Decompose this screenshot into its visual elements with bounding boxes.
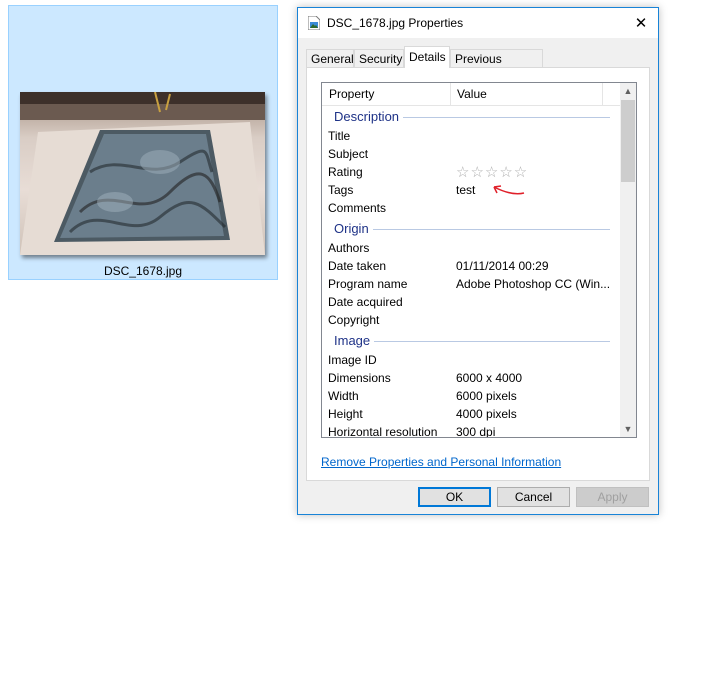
ok-button[interactable]: OK [418, 487, 491, 507]
image-thumbnail [20, 92, 265, 255]
column-header-value[interactable]: Value [457, 87, 487, 101]
property-name: Date acquired [328, 295, 403, 309]
details-panel: Property Value Description Title Subject [306, 67, 650, 481]
property-name: Horizontal resolution [328, 425, 438, 438]
column-separator[interactable] [602, 83, 603, 105]
close-icon: ✕ [634, 15, 648, 32]
property-name: Subject [328, 147, 369, 161]
tab-security[interactable]: Security [354, 49, 404, 67]
list-header: Property Value [322, 83, 622, 106]
red-arrow-annotation [493, 185, 525, 195]
group-label: Origin [334, 221, 373, 236]
properties-dialog: DSC_1678.jpg Properties ✕ General Securi… [297, 7, 659, 515]
property-row-tags[interactable]: Tags test [322, 181, 622, 199]
property-rows: Description Title Subject Rating ☆☆☆☆☆ T… [322, 105, 622, 438]
property-row-date-taken[interactable]: Date taken 01/11/2014 00:29 [322, 257, 622, 275]
dialog-title: DSC_1678.jpg Properties [327, 16, 464, 30]
property-row-comments[interactable]: Comments [322, 199, 622, 217]
tab-details[interactable]: Details [404, 46, 450, 68]
property-row-date-acquired[interactable]: Date acquired [322, 293, 622, 311]
apply-button[interactable]: Apply [576, 487, 649, 507]
title-bar[interactable]: DSC_1678.jpg Properties ✕ [298, 8, 658, 38]
property-name: Image ID [328, 353, 377, 367]
property-value[interactable]: 300 dpi [456, 425, 495, 437]
cancel-button[interactable]: Cancel [497, 487, 570, 507]
property-name: Title [328, 129, 351, 143]
property-name: Width [328, 389, 359, 403]
group-divider [334, 341, 610, 342]
property-row-authors[interactable]: Authors [322, 239, 622, 257]
property-name: Height [328, 407, 363, 421]
property-row-subject[interactable]: Subject [322, 145, 622, 163]
property-name: Authors [328, 241, 370, 255]
column-separator[interactable] [450, 83, 451, 105]
property-value[interactable]: test [456, 183, 475, 197]
scrollbar-thumb[interactable] [621, 100, 635, 182]
property-row-dimensions[interactable]: Dimensions 6000 x 4000 [322, 369, 622, 387]
property-value[interactable]: Adobe Photoshop CC (Win... [456, 277, 610, 291]
property-row-program-name[interactable]: Program name Adobe Photoshop CC (Win... [322, 275, 622, 293]
property-row-rating[interactable]: Rating ☆☆☆☆☆ [322, 163, 622, 181]
vertical-scrollbar[interactable]: ▲ ▼ [620, 83, 636, 437]
group-divider [334, 229, 610, 230]
property-row-horizontal-resolution[interactable]: Horizontal resolution 300 dpi [322, 423, 622, 438]
properties-list[interactable]: Property Value Description Title Subject [321, 82, 637, 438]
group-label: Image [334, 333, 375, 348]
selected-file-tile[interactable]: DSC_1678.jpg [8, 5, 278, 280]
property-row-image-id[interactable]: Image ID [322, 351, 622, 369]
property-name: Dimensions [328, 371, 391, 385]
property-row-width[interactable]: Width 6000 pixels [322, 387, 622, 405]
property-row-title[interactable]: Title [322, 127, 622, 145]
column-header-property[interactable]: Property [329, 87, 374, 101]
property-name: Tags [328, 183, 354, 197]
group-header-image: Image [322, 329, 622, 351]
group-header-origin: Origin [322, 217, 622, 239]
property-name: Copyright [328, 313, 380, 327]
scroll-up-icon[interactable]: ▲ [620, 83, 636, 99]
property-name: Comments [328, 201, 387, 215]
property-name: Program name [328, 277, 408, 291]
close-button[interactable]: ✕ [624, 8, 658, 38]
property-row-copyright[interactable]: Copyright [322, 311, 622, 329]
rating-stars-icon[interactable]: ☆☆☆☆☆ [456, 163, 528, 181]
tab-previous-versions[interactable]: Previous Versions [450, 49, 543, 84]
property-row-height[interactable]: Height 4000 pixels [322, 405, 622, 423]
tab-general[interactable]: General [306, 49, 354, 67]
scroll-down-icon[interactable]: ▼ [620, 421, 636, 437]
property-value[interactable]: 6000 pixels [456, 389, 517, 403]
group-label: Description [334, 109, 404, 124]
remove-properties-link[interactable]: Remove Properties and Personal Informati… [321, 455, 561, 469]
property-name: Date taken [328, 259, 387, 273]
property-name: Rating [328, 165, 363, 179]
property-value[interactable]: 6000 x 4000 [456, 371, 522, 385]
property-value[interactable]: 4000 pixels [456, 407, 517, 421]
property-value[interactable]: 01/11/2014 00:29 [456, 259, 549, 273]
image-file-icon [308, 16, 320, 30]
file-name-label[interactable]: DSC_1678.jpg [9, 264, 277, 278]
group-header-description: Description [322, 105, 622, 127]
